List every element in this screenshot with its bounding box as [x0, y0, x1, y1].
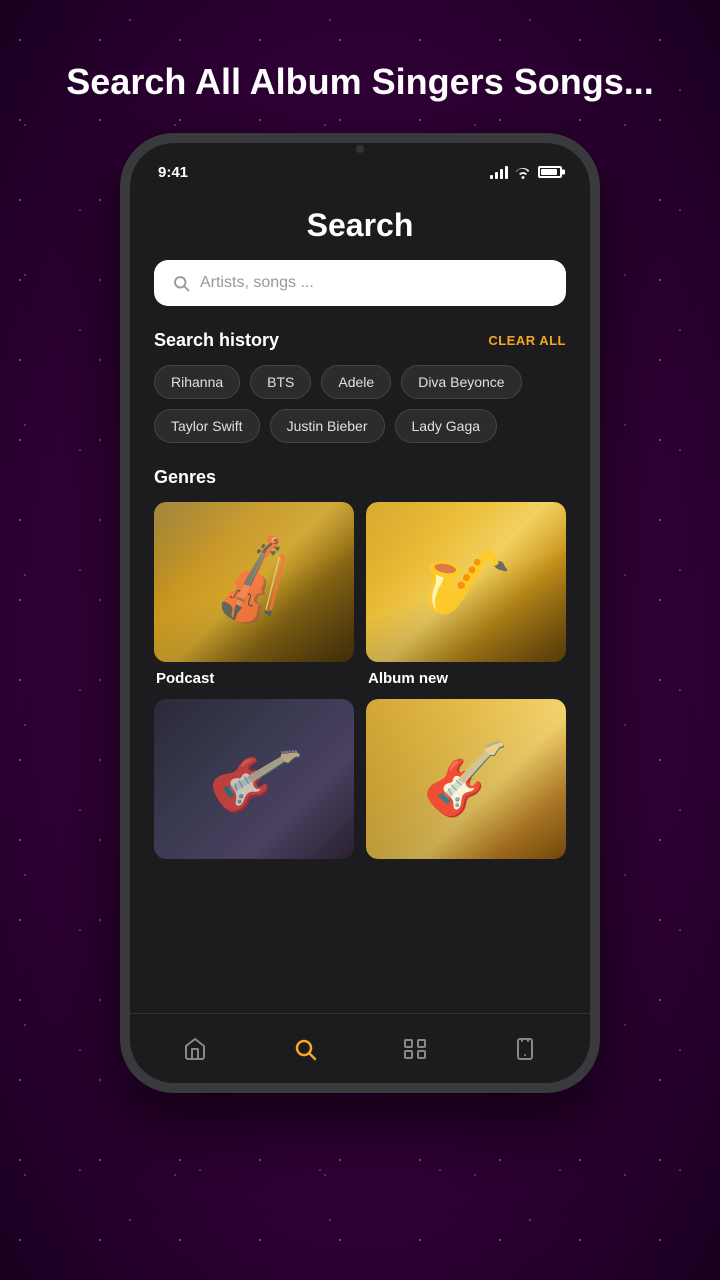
battery-icon: [538, 166, 562, 178]
headline-text: Search All Album Singers Songs...: [26, 60, 693, 103]
genre-card-studio[interactable]: [154, 699, 354, 859]
history-title: Search history: [154, 330, 279, 351]
search-icon: [172, 274, 190, 292]
nav-search[interactable]: [273, 1029, 337, 1069]
genre-card-album-new[interactable]: Album new: [366, 502, 566, 687]
device-icon: [513, 1037, 537, 1061]
phone-inner: 9:41: [130, 143, 590, 1083]
bottom-nav: [130, 1013, 590, 1083]
phone-frame: 9:41: [120, 133, 600, 1093]
camera-notch: [340, 143, 380, 155]
tags-container: Rihanna BTS Adele Diva Beyonce Taylor Sw…: [154, 365, 566, 443]
tag-justin-bieber[interactable]: Justin Bieber: [270, 409, 385, 443]
genre-image-album-new: [366, 502, 566, 662]
search-history-header: Search history CLEAR ALL: [154, 330, 566, 351]
genre-label-album-new: Album new: [366, 670, 566, 687]
genre-card-guitar[interactable]: [366, 699, 566, 859]
tag-diva-beyonce[interactable]: Diva Beyonce: [401, 365, 521, 399]
content-area: Search Artists, songs ... Search history…: [130, 187, 590, 1013]
camera-dot: [356, 145, 364, 153]
library-icon: [403, 1037, 427, 1061]
search-bar[interactable]: Artists, songs ...: [154, 260, 566, 306]
clear-all-button[interactable]: CLEAR ALL: [488, 333, 566, 348]
tag-taylor-swift[interactable]: Taylor Swift: [154, 409, 260, 443]
status-icons: [490, 165, 562, 179]
genre-card-podcast[interactable]: Podcast: [154, 502, 354, 687]
genre-image-studio: [154, 699, 354, 859]
tag-adele[interactable]: Adele: [321, 365, 391, 399]
battery-fill: [541, 169, 557, 175]
tag-bts[interactable]: BTS: [250, 365, 311, 399]
signal-icon: [490, 166, 508, 179]
phone-wrapper: 9:41: [120, 133, 600, 1093]
tag-rihanna[interactable]: Rihanna: [154, 365, 240, 399]
home-icon: [183, 1037, 207, 1061]
search-nav-icon: [293, 1037, 317, 1061]
search-placeholder-text: Artists, songs ...: [200, 274, 548, 292]
wifi-icon: [514, 165, 532, 179]
nav-library[interactable]: [383, 1029, 447, 1069]
genre-image-podcast: [154, 502, 354, 662]
status-time: 9:41: [158, 164, 188, 181]
nav-home[interactable]: [163, 1029, 227, 1069]
tag-lady-gaga[interactable]: Lady Gaga: [395, 409, 498, 443]
genre-image-guitar: [366, 699, 566, 859]
nav-device[interactable]: [493, 1029, 557, 1069]
page-title: Search: [154, 187, 566, 260]
genre-label-podcast: Podcast: [154, 670, 354, 687]
genres-title: Genres: [154, 467, 566, 488]
genres-grid: Podcast Album new: [154, 502, 566, 859]
